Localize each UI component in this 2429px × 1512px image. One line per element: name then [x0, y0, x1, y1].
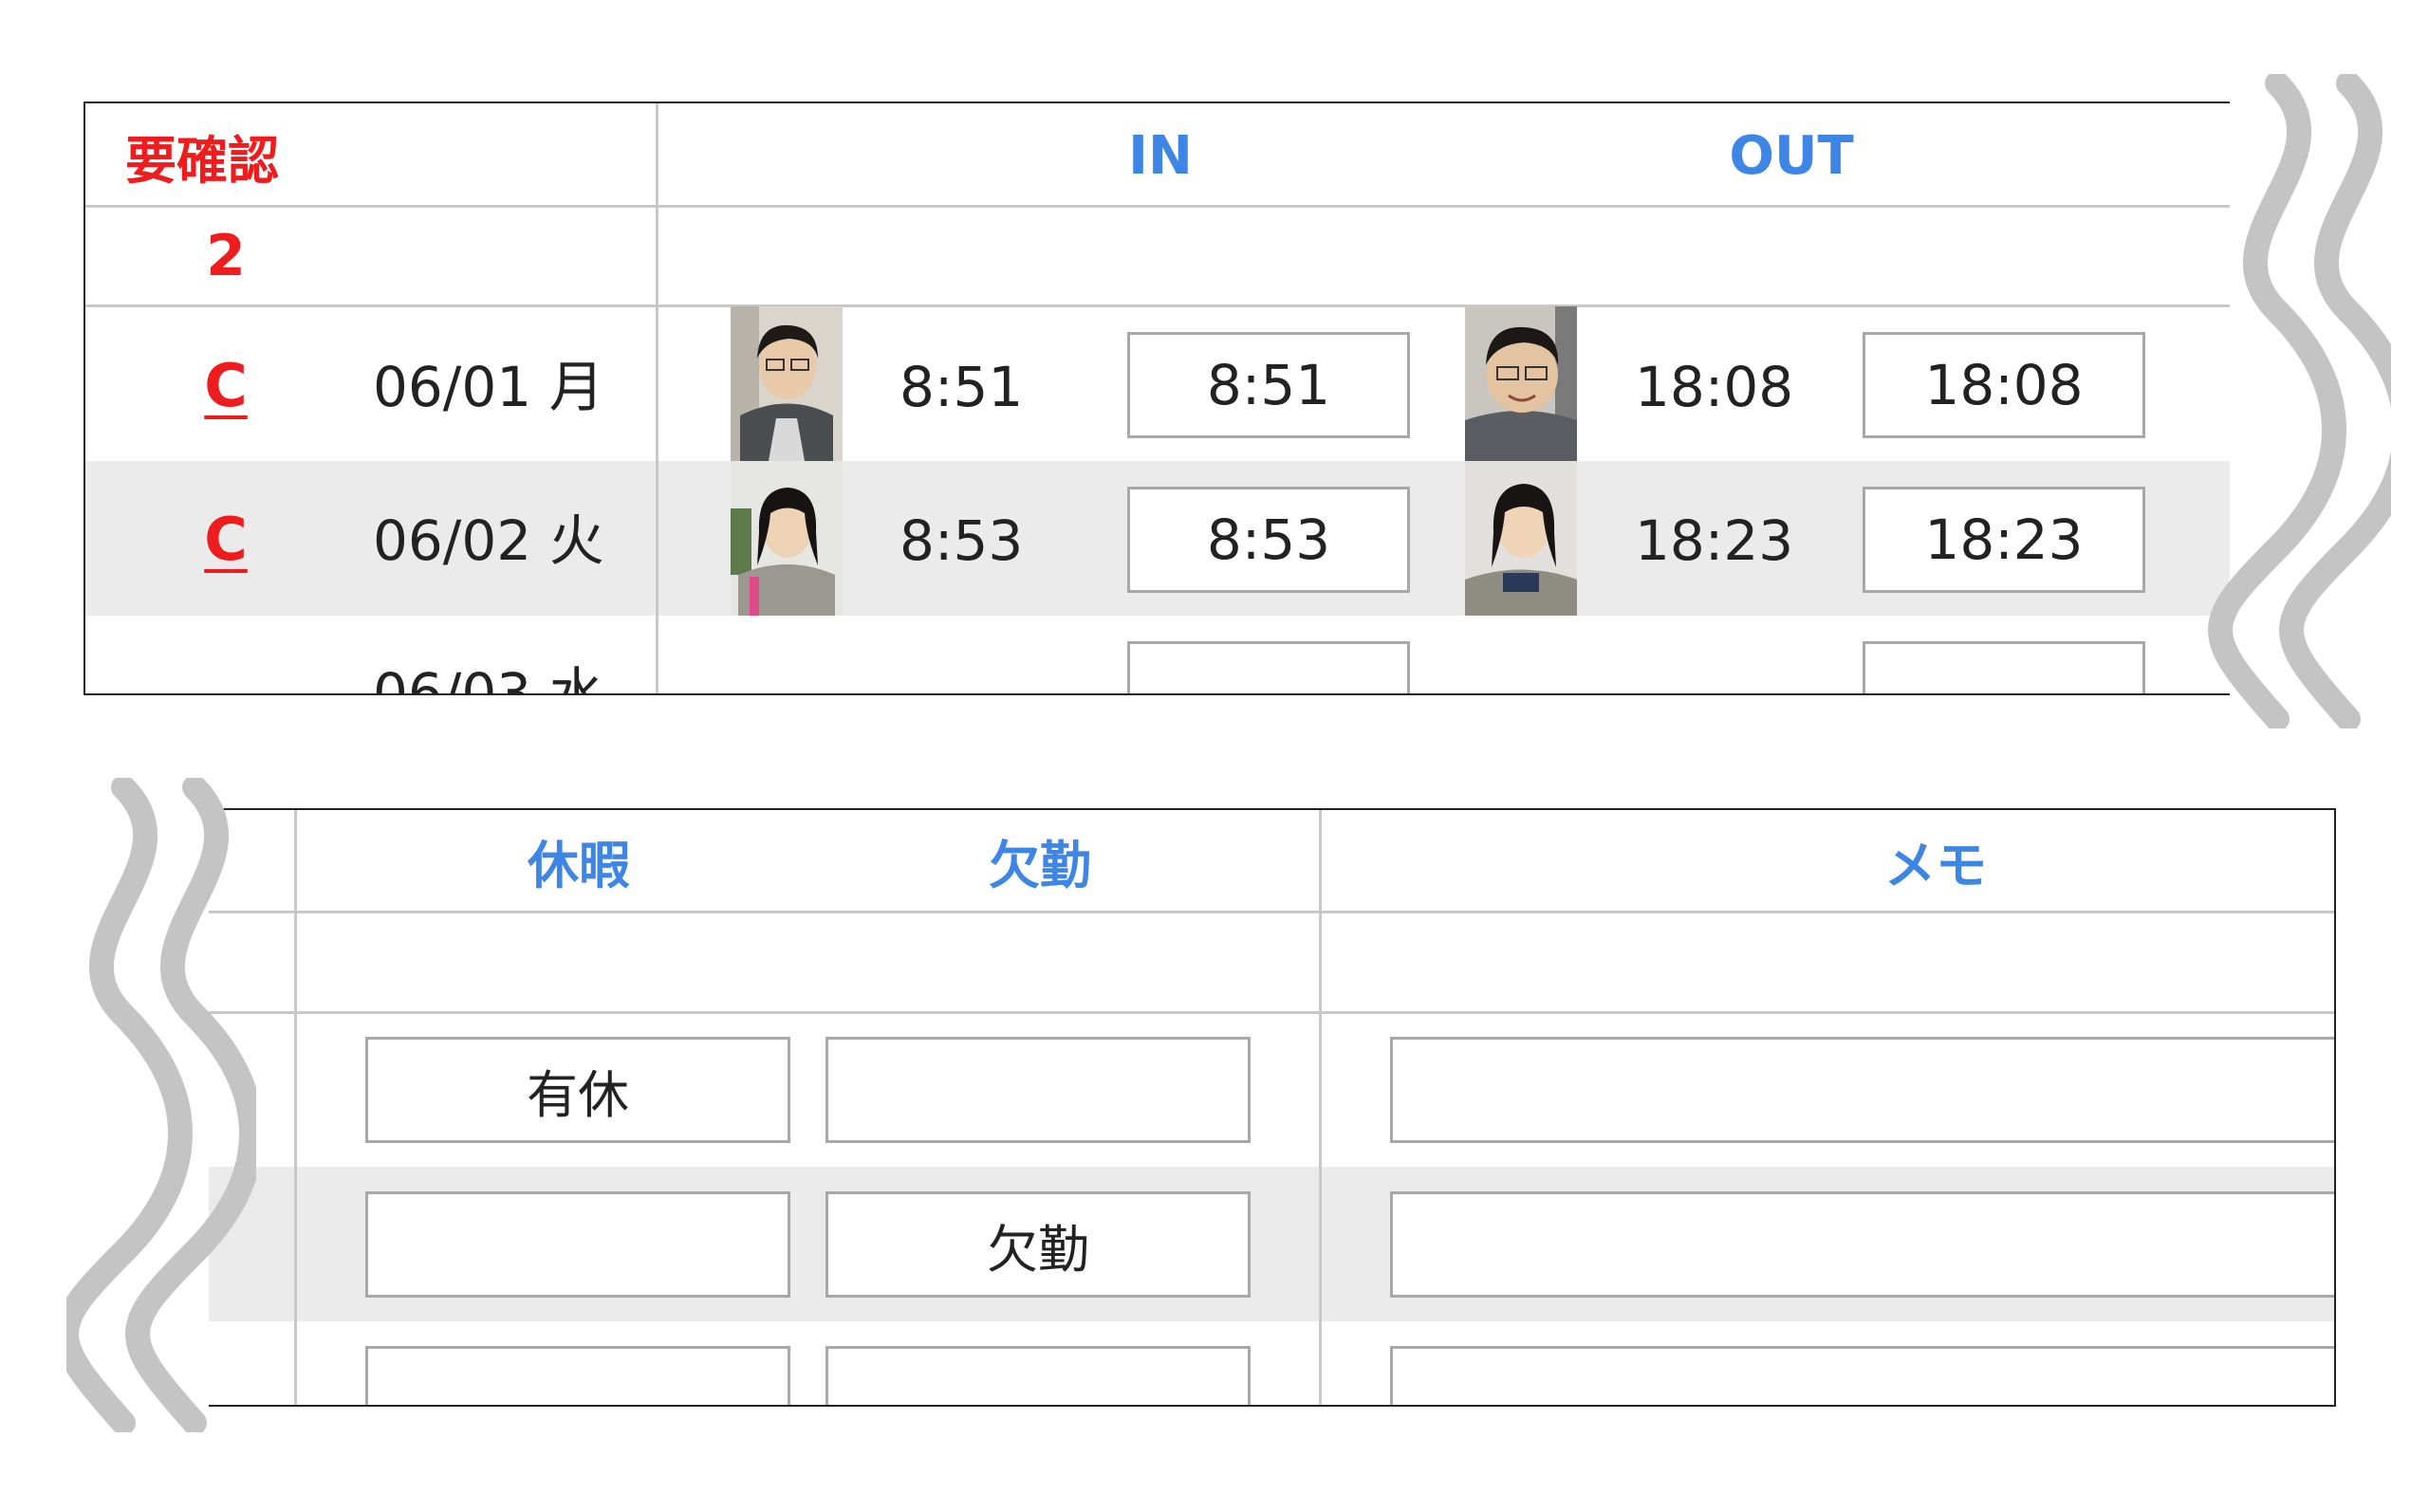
in-time-input[interactable]: 8:53	[1127, 487, 1410, 593]
vacation-input[interactable]	[365, 1191, 790, 1298]
check-link[interactable]: C	[188, 501, 264, 577]
in-selfie-photo	[731, 306, 843, 461]
vacation-input[interactable]	[365, 1346, 790, 1406]
needs-check-count: 2	[206, 223, 246, 289]
out-time-input[interactable]: 18:08	[1863, 332, 2145, 438]
memo-header: メモ	[1884, 835, 1987, 895]
in-time: 8:51	[899, 355, 1024, 419]
in-time: 8:53	[899, 508, 1024, 573]
absence-input[interactable]	[825, 1037, 1251, 1143]
absence-header: 欠勤	[989, 835, 1091, 895]
wavy-break-icon	[2208, 74, 2391, 728]
memo-input[interactable]	[1390, 1346, 2334, 1406]
row-date: 06/02 火	[373, 508, 604, 573]
check-link[interactable]: C	[188, 347, 264, 423]
out-selfie-photo	[1465, 461, 1577, 616]
in-header: IN	[1128, 124, 1193, 187]
in-selfie-photo	[731, 461, 843, 616]
in-time-input[interactable]	[1127, 641, 1410, 694]
vacation-header: 休暇	[528, 835, 630, 895]
absence-input[interactable]: 欠勤	[825, 1191, 1251, 1298]
out-selfie-photo	[1465, 306, 1577, 461]
out-time: 18:23	[1635, 508, 1794, 573]
out-header: OUT	[1729, 124, 1854, 187]
out-time-input[interactable]	[1863, 641, 2145, 694]
out-time: 18:08	[1635, 355, 1794, 419]
needs-check-header: 要確認	[125, 130, 279, 191]
wavy-break-icon	[66, 778, 256, 1432]
memo-input[interactable]	[1390, 1191, 2334, 1298]
absence-input[interactable]	[825, 1346, 1251, 1406]
row-date: 06/03 水	[373, 661, 604, 694]
row-date: 06/01 月	[373, 355, 604, 419]
memo-input[interactable]	[1390, 1037, 2334, 1143]
vacation-input[interactable]: 有休	[365, 1037, 790, 1143]
attendance-table-bottom: 休暇 欠勤 メモ 有休 欠勤	[190, 809, 2334, 1406]
out-time-input[interactable]: 18:23	[1863, 487, 2145, 593]
in-time-input[interactable]: 8:51	[1127, 332, 1410, 438]
attendance-table-top: 要確認 IN OUT 2 C 06/01 月 8:51 8:51 18:08 1…	[83, 102, 2294, 694]
